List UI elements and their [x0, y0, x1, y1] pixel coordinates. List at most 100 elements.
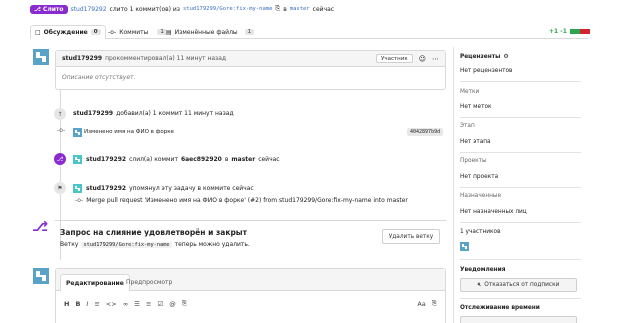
heading-icon[interactable]: H	[64, 300, 69, 308]
conversation-count: 0	[90, 29, 101, 35]
mute-icon: 🔇︎	[477, 281, 482, 288]
diff-stats: +1 -1	[549, 28, 590, 35]
sidebar-border	[453, 47, 454, 323]
commit-icon: -o-	[108, 28, 117, 36]
merged-event: stud179292 слил(а) коммит 6aec892920 в m…	[86, 156, 280, 163]
merged-branch[interactable]: master	[231, 156, 255, 163]
mention-author[interactable]: stud179292	[86, 185, 126, 192]
editor-tabs: Редактирование Предпросмотр	[56, 269, 445, 291]
gear-icon[interactable]: ⚙	[503, 53, 508, 60]
assignees-label[interactable]: Назначенные	[460, 193, 501, 199]
more-icon[interactable]: ⋯	[432, 55, 439, 63]
notifications-label: Уведомления	[460, 267, 506, 273]
monospace-toggle[interactable]: Aa	[417, 300, 425, 308]
tab-edit[interactable]: Редактирование	[60, 274, 130, 291]
target-branch-link[interactable]: master	[290, 6, 310, 12]
into-text: в	[283, 5, 287, 13]
merged-sha[interactable]: 6aec892920	[181, 156, 222, 163]
files-count: 1	[244, 29, 255, 35]
diff-bar-add	[569, 29, 580, 34]
divider	[460, 222, 581, 223]
divider	[460, 187, 581, 188]
branch-delete-text: Ветку stud179299/Gore:fix-my-name теперь…	[60, 241, 250, 248]
event-text: добавил(а) 1 коммит 11 минут назад	[116, 110, 234, 117]
participants-label: 1 участников	[460, 229, 501, 235]
task-list-icon[interactable]: ☑	[157, 300, 163, 308]
role-badge: Участник	[375, 54, 413, 63]
merger-avatar[interactable]	[73, 155, 82, 164]
unsubscribe-label: Отказаться от подписки	[484, 282, 560, 288]
merged-text-3: сейчас	[258, 156, 280, 163]
commit-avatar	[73, 128, 82, 137]
merged-status-badge: ⎇ Слито	[30, 4, 68, 14]
reviewers-value: Нет рецензентов	[460, 68, 513, 74]
milestone-label[interactable]: Этап	[460, 123, 475, 129]
commit-dot-icon: -o-	[75, 197, 84, 204]
editor-toolbar: H B I ≡ <> ∞ ☰ ≡ ☑ @ ⎘ Aa ⎘	[56, 291, 445, 316]
sidebar: Рецензенты ⚙ Нет рецензентов Метки Нет м…	[453, 47, 588, 323]
reviewers-label: Рецензенты	[460, 53, 501, 60]
event-author[interactable]: stud179299	[73, 110, 113, 117]
time-text: сейчас	[312, 5, 335, 13]
divider	[460, 81, 581, 82]
diff-stats-text: +1 -1	[549, 28, 567, 35]
time-tracking-label: Отслеживание времени	[460, 305, 540, 311]
italic-icon[interactable]: I	[86, 300, 88, 308]
file-diff-icon: ▤	[166, 28, 172, 36]
reviewers-header[interactable]: Рецензенты ⚙	[460, 53, 509, 60]
milestone-value: Нет этапа	[460, 139, 491, 145]
mention-text: упомянул эту задачу в коммите сейчас	[129, 185, 254, 192]
current-user-avatar[interactable]	[33, 268, 49, 284]
commit-message[interactable]: Изменено имя на ФИО в форке	[84, 129, 174, 135]
comment-author[interactable]: stud179299	[62, 55, 102, 62]
bookmark-icon: ⚑	[54, 182, 66, 194]
pr-header: ⎇ Слито stud179292 слито 1 коммит(ов) из…	[30, 4, 334, 14]
participant-avatar[interactable]	[460, 242, 469, 251]
link-icon[interactable]: ∞	[123, 300, 128, 308]
comment-body: Описание отсутствует.	[62, 74, 136, 81]
time-tracking-button[interactable]	[460, 316, 577, 323]
mention-commit-message[interactable]: Merge pull request 'Изменено имя на ФИО …	[86, 197, 408, 204]
merge-icon: ⎇	[34, 5, 41, 13]
diff-bar-del	[579, 29, 590, 34]
tab-commits[interactable]: -o- Коммиты 1	[108, 25, 167, 39]
branch-suffix: теперь можно удалить.	[174, 241, 250, 248]
tab-preview[interactable]: Предпросмотр	[126, 279, 172, 286]
added-commit-event: stud179299 добавил(а) 1 коммит 11 минут …	[73, 110, 234, 117]
divider	[460, 117, 581, 118]
merged-text-2: в	[224, 156, 229, 163]
commit-sha[interactable]: 4042897b9d	[407, 128, 444, 136]
comment-action: прокомментировал(а) 11 минут назад	[105, 55, 227, 62]
smiley-icon[interactable]: ☺	[419, 55, 426, 63]
merged-author[interactable]: stud179292	[86, 156, 126, 163]
comment-editor: Редактирование Предпросмотр H B I ≡ <> ∞…	[55, 268, 446, 323]
copy-icon[interactable]: ⎘	[275, 5, 280, 13]
projects-label[interactable]: Проекты	[460, 158, 487, 164]
labels-value: Нет меток	[460, 104, 492, 110]
bullet-list-icon[interactable]: ☰	[134, 300, 140, 308]
delete-branch-button[interactable]: Удалить ветку	[382, 229, 440, 244]
numbered-list-icon[interactable]: ≡	[146, 300, 151, 308]
mention-avatar[interactable]	[73, 184, 82, 193]
merger-link[interactable]: stud179292	[71, 6, 107, 13]
labels-label[interactable]: Метки	[460, 89, 479, 95]
merged-large-icon: ⎇	[32, 219, 49, 235]
projects-value: Нет проекта	[460, 174, 499, 180]
avatar[interactable]	[33, 49, 49, 65]
quote-icon[interactable]: ≡	[94, 300, 99, 308]
attach-icon[interactable]: ⎘	[432, 299, 437, 308]
tab-files[interactable]: ▤ Изменённые файлы 1	[166, 25, 255, 39]
branch-prefix: Ветку	[60, 241, 79, 248]
divider	[460, 298, 581, 299]
unsubscribe-button[interactable]: 🔇︎ Отказаться от подписки	[460, 278, 577, 292]
bold-icon[interactable]: B	[75, 300, 80, 308]
reference-icon[interactable]: ⎘	[182, 299, 187, 308]
conversation-icon: □	[35, 28, 41, 36]
mentioned-event: stud179292 упомянул эту задачу в коммите…	[86, 185, 254, 192]
tab-conversation[interactable]: □ Обсуждение 0	[30, 25, 106, 39]
assignees-value: Нет назначенных лиц	[460, 209, 527, 215]
merge-event-icon: ⎇	[54, 153, 66, 165]
mention-icon[interactable]: @	[169, 300, 176, 308]
code-icon[interactable]: <>	[106, 300, 117, 308]
source-branch-link[interactable]: stud179299/Gore:fix-my-name	[183, 6, 272, 12]
